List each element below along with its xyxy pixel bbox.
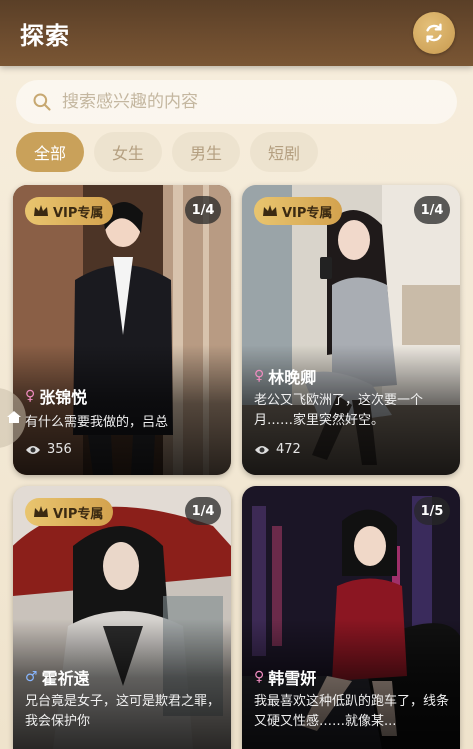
character-description: 老公又飞欧洲了，这次要一个月……家里突然好空。 <box>254 393 424 428</box>
character-name: ♀ 张锦悦 <box>25 384 87 408</box>
tab-female[interactable]: 女生 <box>94 132 163 172</box>
character-name-text: 林晚卿 <box>268 368 317 387</box>
female-icon: ♀ <box>25 388 36 404</box>
vip-label: VIP专属 <box>53 506 104 522</box>
photo-counter: 1/4 <box>185 196 221 224</box>
view-count-text: 356 <box>47 442 72 457</box>
tab-short-drama[interactable]: 短剧 <box>250 132 319 172</box>
crown-icon <box>34 506 48 517</box>
crown-icon <box>263 205 277 216</box>
vip-label: VIP专属 <box>53 205 104 221</box>
photo-counter: 1/5 <box>414 497 450 525</box>
character-card[interactable]: VIP专属 1/4 ♂ 霍祈遠 兄台竟是女子，这可是欺君之罪，我会保护你 <box>13 486 231 749</box>
view-count: 356 <box>25 442 72 457</box>
vip-badge: VIP专属 <box>25 197 114 225</box>
refresh-button[interactable] <box>413 12 455 54</box>
female-icon: ♀ <box>254 669 265 685</box>
character-card[interactable]: VIP专属 1/4 ♀ 林晚卿 老公又飞欧洲了，这次要一个月……家里突然好空。 … <box>242 185 460 475</box>
view-count-text: 472 <box>276 442 301 457</box>
search-input[interactable] <box>60 91 444 113</box>
top-bar: 探索 <box>0 0 473 66</box>
home-icon <box>7 411 21 423</box>
search-bar[interactable] <box>16 80 457 124</box>
category-tabs: 全部 女生 男生 短剧 <box>16 132 319 172</box>
character-name-text: 韩雪妍 <box>268 669 317 688</box>
eye-icon <box>26 445 40 454</box>
character-description: 兄台竟是女子，这可是欺君之罪，我会保护你 <box>25 694 221 729</box>
character-card[interactable]: 1/5 ♀ 韩雪妍 我最喜欢这种低趴的跑车了，线条又硬又性感……就像某... <box>242 486 460 749</box>
female-icon: ♀ <box>254 368 265 384</box>
character-name-text: 张锦悦 <box>39 388 88 407</box>
photo-counter: 1/4 <box>185 497 221 525</box>
male-icon: ♂ <box>25 669 38 685</box>
vip-label: VIP专属 <box>282 205 333 221</box>
eye-icon <box>255 445 269 454</box>
character-name: ♀ 林晚卿 <box>254 364 316 388</box>
character-name: ♂ 霍祈遠 <box>25 665 90 689</box>
refresh-icon <box>426 23 442 43</box>
tab-male[interactable]: 男生 <box>172 132 241 172</box>
search-icon <box>33 93 51 111</box>
vip-badge: VIP专属 <box>25 498 114 526</box>
character-card[interactable]: VIP专属 1/4 ♀ 张锦悦 有什么需要我做的，吕总 356 <box>13 185 231 475</box>
tab-all[interactable]: 全部 <box>16 132 85 172</box>
page-title: 探索 <box>20 22 70 50</box>
character-description: 我最喜欢这种低趴的跑车了，线条又硬又性感……就像某... <box>254 694 450 729</box>
view-count: 472 <box>254 442 301 457</box>
character-description: 有什么需要我做的，吕总 <box>25 415 169 430</box>
character-name-text: 霍祈遠 <box>41 669 90 688</box>
vip-badge: VIP专属 <box>254 197 343 225</box>
character-name: ♀ 韩雪妍 <box>254 665 316 689</box>
photo-counter: 1/4 <box>414 196 450 224</box>
crown-icon <box>34 205 48 216</box>
